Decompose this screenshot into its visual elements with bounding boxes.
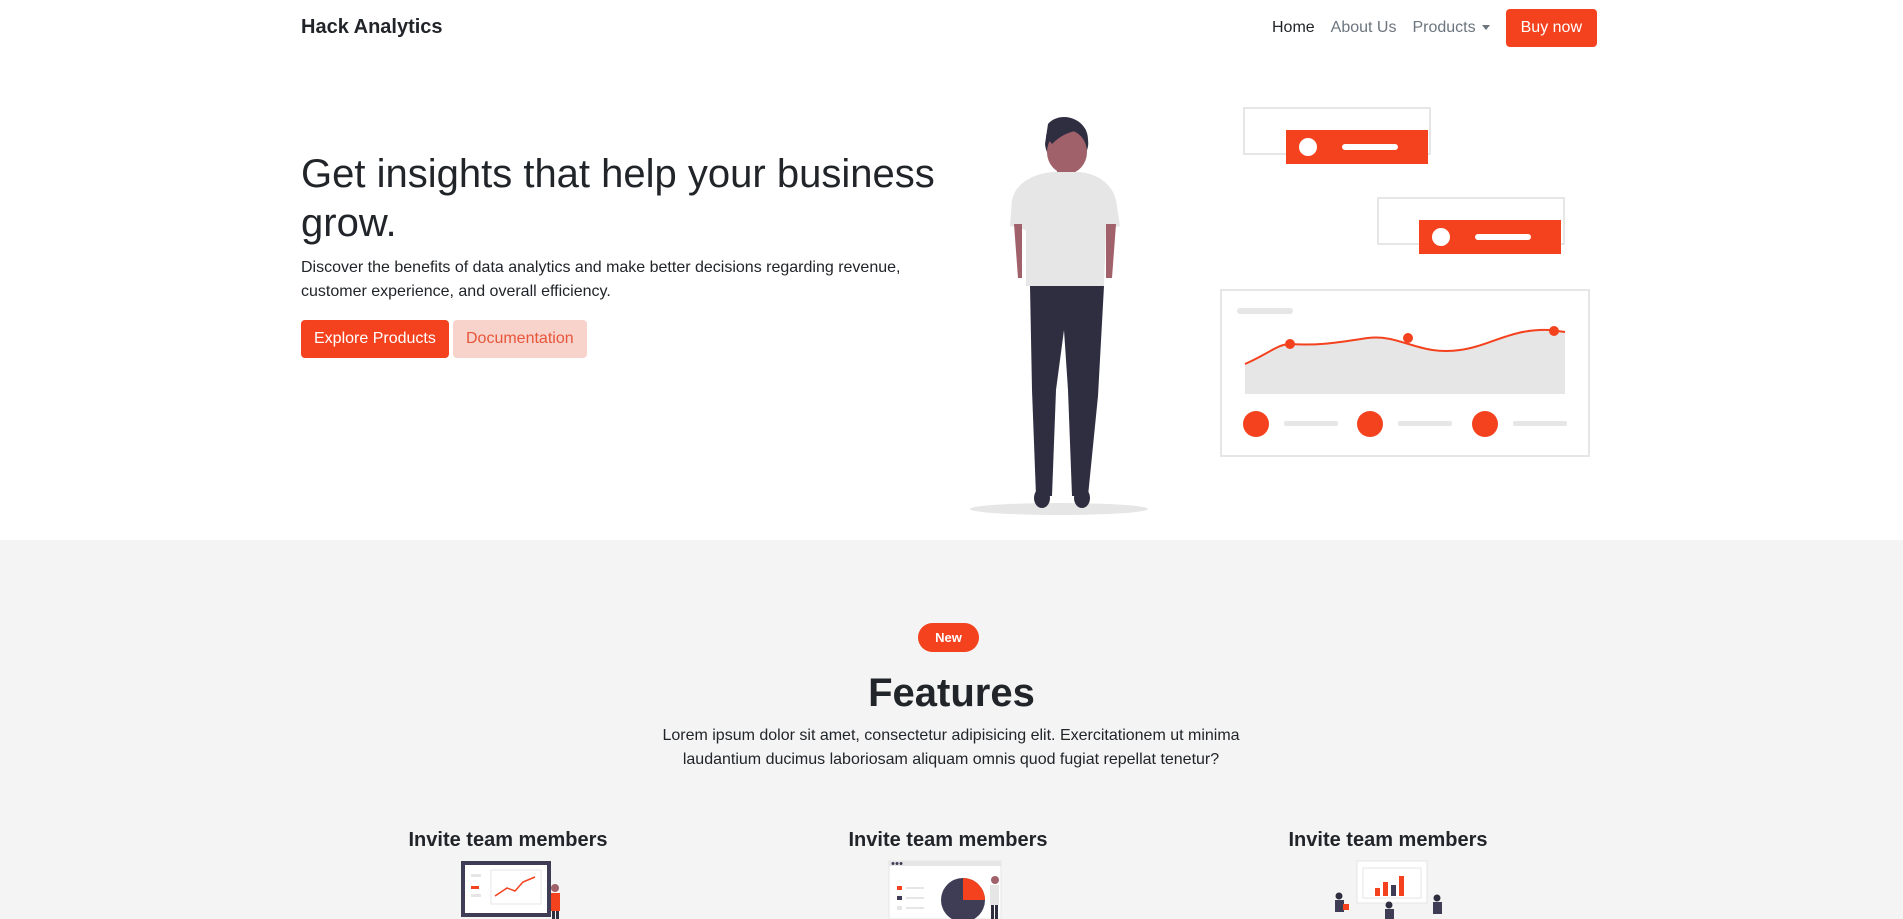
feature-card-title: Invite team members	[1288, 829, 1488, 851]
section-wave-divider	[0, 540, 1903, 580]
hero-title: Get insights that help your business gro…	[301, 152, 935, 245]
feature-illustration-2	[888, 860, 1002, 919]
notification-card-1	[1243, 107, 1431, 164]
buy-now-button[interactable]: Buy now	[1505, 9, 1597, 47]
nav-about-link[interactable]: About Us	[1323, 10, 1405, 46]
hero-illustration	[970, 107, 1590, 515]
hero-lead: Discover the benefits of data analytics …	[301, 259, 901, 300]
feature-card-title: Invite team members	[848, 829, 1048, 851]
new-badge: New	[918, 623, 979, 652]
notification-card-2	[1377, 197, 1565, 254]
explore-products-button[interactable]: Explore Products	[301, 320, 449, 358]
features-lead: Lorem ipsum dolor sit amet, consectetur …	[662, 727, 1240, 768]
feature-illustration-3	[1335, 860, 1442, 919]
brand-logo[interactable]: Hack Analytics	[301, 16, 443, 39]
nav-products-dropdown[interactable]: Products	[1404, 10, 1497, 46]
feature-card-title: Invite team members	[408, 829, 608, 851]
features-title: Features	[868, 671, 1035, 715]
dashboard-card	[1220, 289, 1590, 457]
documentation-button[interactable]: Documentation	[453, 320, 587, 358]
nav-products-label: Products	[1412, 19, 1476, 36]
caret-down-icon	[1481, 25, 1490, 31]
nav-menu: Home About Us Products Buy now	[1264, 9, 1597, 47]
navbar: Hack Analytics Home About Us Products Bu…	[0, 0, 1903, 54]
person-illustration	[970, 117, 1148, 515]
feature-illustration-1	[461, 861, 560, 919]
nav-home-link[interactable]: Home	[1264, 10, 1323, 46]
